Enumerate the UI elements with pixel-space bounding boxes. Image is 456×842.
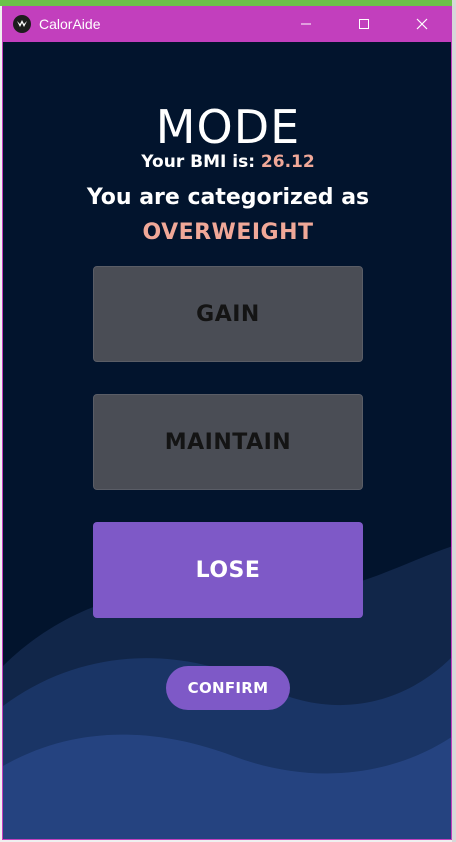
category-label: You are categorized as xyxy=(86,185,370,210)
mode-screen: MODE Your BMI is: 26.12 You are categori… xyxy=(3,42,451,839)
desktop-window-edge xyxy=(452,0,456,842)
page-title: MODE xyxy=(155,100,301,154)
confirm-button[interactable]: CONFIRM xyxy=(166,666,290,710)
app-window: CalorAide MODE Your BMI is: 26.12 You ar… xyxy=(2,6,452,840)
bmi-label: Your BMI is: xyxy=(141,152,255,172)
bmi-readout: Your BMI is: 26.12 xyxy=(3,152,451,172)
bmi-value: 26.12 xyxy=(260,152,315,172)
lose-button[interactable]: LOSE xyxy=(93,522,363,618)
category-value: OVERWEIGHT xyxy=(142,220,314,245)
maintain-button[interactable]: MAINTAIN xyxy=(93,394,363,490)
gain-button[interactable]: GAIN xyxy=(93,266,363,362)
